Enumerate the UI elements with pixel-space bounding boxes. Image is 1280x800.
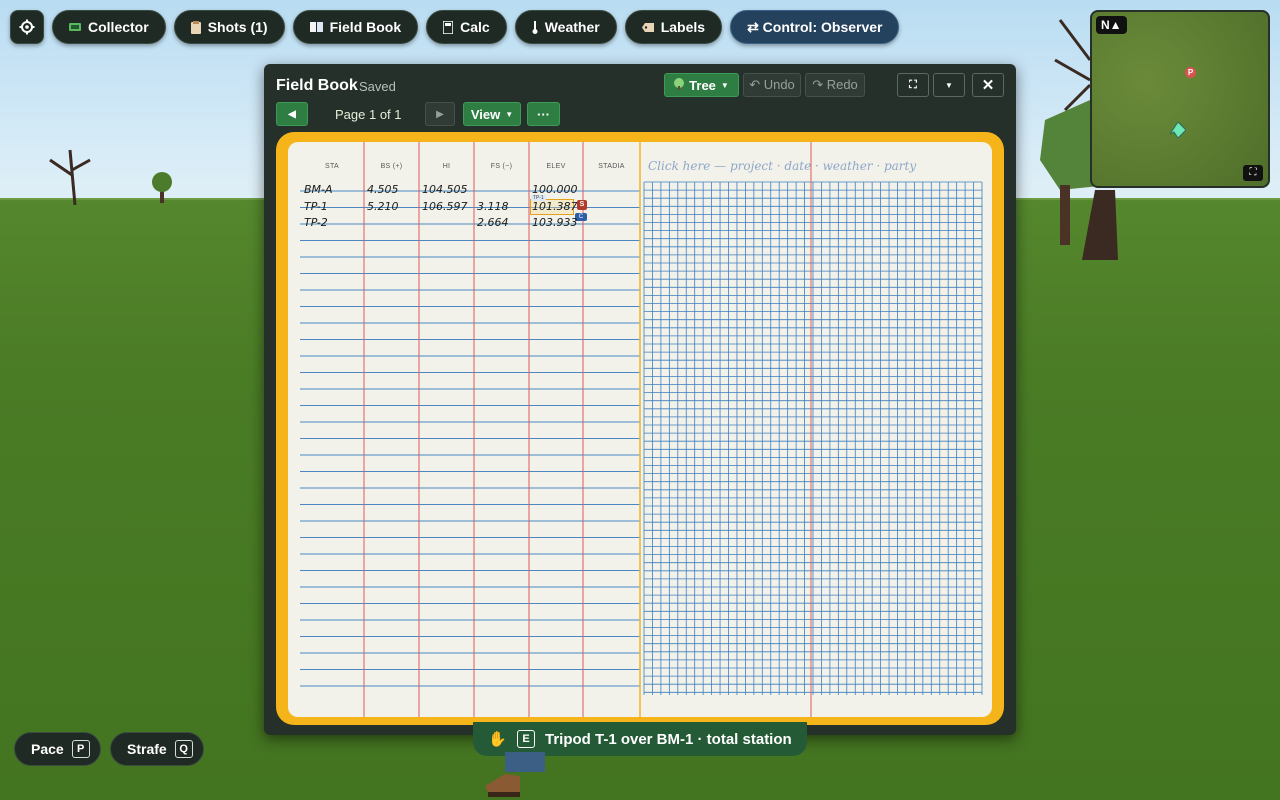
calc-button[interactable]: Calc	[426, 10, 507, 44]
player-arrow-icon	[1168, 121, 1187, 141]
chevron-down-icon: ▼	[720, 80, 729, 90]
minimap-expand-icon[interactable]: ⛶	[1243, 165, 1263, 181]
labels-label: Labels	[660, 19, 706, 35]
interaction-prompt: ✋ E Tripod T-1 over BM-1 · total station	[473, 722, 807, 756]
prev-page-button[interactable]: ◀	[276, 102, 308, 126]
notebook-cover: STA BS (+) HI FS (−) ELEV STADIA Click h…	[276, 132, 1004, 725]
col-header-stadia: STADIA	[598, 163, 625, 170]
more-button[interactable]: ···	[527, 102, 560, 126]
collector-icon	[69, 22, 81, 32]
tree-dropdown[interactable]: Tree ▼	[664, 73, 739, 97]
chevron-down-icon: ▼	[505, 109, 514, 119]
control-observer-button[interactable]: ⇄ Control: Observer	[730, 10, 900, 44]
cell-bs[interactable]: 4.505	[367, 183, 399, 196]
page-indicator: Page 1 of 1	[335, 107, 402, 122]
north-indicator: N▲	[1096, 16, 1127, 34]
minimap[interactable]: N▲ P ⛶	[1090, 10, 1270, 188]
tag-icon	[641, 22, 654, 32]
prompt-text: Tripod T-1 over BM-1 · total station	[545, 730, 792, 748]
player-boots	[485, 752, 545, 797]
chevron-down-icon: ▼	[945, 80, 953, 90]
undo-button[interactable]: ↶ Undo	[743, 73, 801, 97]
settings-button[interactable]	[10, 10, 44, 44]
cell-sta[interactable]: BM-A	[304, 183, 333, 196]
col-header-elev: ELEV	[546, 163, 566, 170]
field-book-label: Field Book	[329, 19, 402, 35]
control-label: ⇄ Control: Observer	[747, 18, 883, 35]
next-page-button[interactable]: ▶	[425, 102, 455, 126]
arrow-left-icon: ◀	[288, 108, 296, 120]
shots-label: Shots (1)	[207, 19, 268, 35]
pace-button[interactable]: Pace P	[14, 732, 101, 766]
clipboard-icon	[190, 20, 201, 34]
strafe-label: Strafe	[127, 741, 167, 757]
shots-button[interactable]: Shots (1)	[173, 10, 285, 44]
field-book-panel: Field Book Saved Tree ▼ ↶ Undo ↷ Redo ⛶ …	[264, 64, 1016, 735]
notebook-ruling	[300, 142, 983, 717]
close-icon: ✕	[981, 77, 995, 94]
strafe-key: Q	[174, 740, 193, 758]
redo-label: ↷ Redo	[812, 77, 858, 92]
panel-menu-button[interactable]: ▼	[933, 73, 965, 97]
pace-label: Pace	[31, 741, 64, 757]
calc-label: Calc	[460, 19, 490, 35]
prompt-key: E	[517, 730, 535, 748]
gear-icon	[19, 19, 35, 35]
more-label: ···	[537, 106, 550, 122]
weather-button[interactable]: Weather	[514, 10, 617, 44]
book-icon	[309, 22, 323, 32]
expand-icon: ⛶	[909, 78, 917, 91]
notebook-page[interactable]: STA BS (+) HI FS (−) ELEV STADIA Click h…	[288, 142, 992, 717]
collector-button[interactable]: Collector	[52, 10, 166, 44]
undo-label: ↶ Undo	[749, 77, 795, 92]
cell-elev[interactable]: 103.933	[532, 216, 578, 229]
cell-fs[interactable]: 2.664	[477, 216, 509, 229]
cell-sta[interactable]: TP-1	[304, 200, 328, 213]
page-header-hint[interactable]: Click here — project · date · weather · …	[648, 159, 916, 173]
tree-icon	[674, 77, 685, 93]
arrow-right-icon: ▶	[436, 108, 444, 120]
minimap-marker: P	[1185, 67, 1196, 78]
cell-sta[interactable]: TP-2	[304, 216, 328, 229]
tree-label: Tree	[689, 77, 716, 93]
hand-icon: ✋	[488, 731, 507, 748]
field-book-button[interactable]: Field Book	[292, 10, 419, 44]
cell-bs[interactable]: 5.210	[367, 200, 399, 213]
redo-button[interactable]: ↷ Redo	[805, 73, 865, 97]
cell-hi[interactable]: 104.505	[422, 183, 468, 196]
thermometer-icon	[532, 20, 538, 34]
cell-fs[interactable]: 3.118	[477, 200, 509, 213]
weather-label: Weather	[544, 19, 600, 35]
sketch-tag[interactable]: S	[577, 200, 587, 210]
fullscreen-button[interactable]: ⛶	[897, 73, 929, 97]
calculator-icon	[443, 20, 454, 34]
col-header-sta: STA	[325, 163, 339, 170]
col-header-bs: BS (+)	[380, 163, 403, 170]
close-button[interactable]: ✕	[972, 73, 1004, 97]
strafe-button[interactable]: Strafe Q	[110, 732, 204, 766]
cell-hi[interactable]: 106.597	[422, 200, 468, 213]
view-dropdown[interactable]: View ▼	[463, 102, 521, 126]
cell-elev[interactable]: 101.387	[532, 200, 578, 213]
labels-button[interactable]: Labels	[624, 10, 723, 44]
view-label: View	[470, 106, 501, 122]
save-status: Saved	[359, 79, 396, 94]
col-header-hi: HI	[442, 163, 451, 170]
col-header-fs: FS (−)	[490, 163, 513, 170]
top-toolbar: Collector Shots (1) Field Book Calc Weat…	[10, 10, 900, 44]
collector-label: Collector	[88, 19, 149, 35]
panel-title: Field Book	[276, 77, 358, 94]
pace-key: P	[71, 740, 90, 758]
